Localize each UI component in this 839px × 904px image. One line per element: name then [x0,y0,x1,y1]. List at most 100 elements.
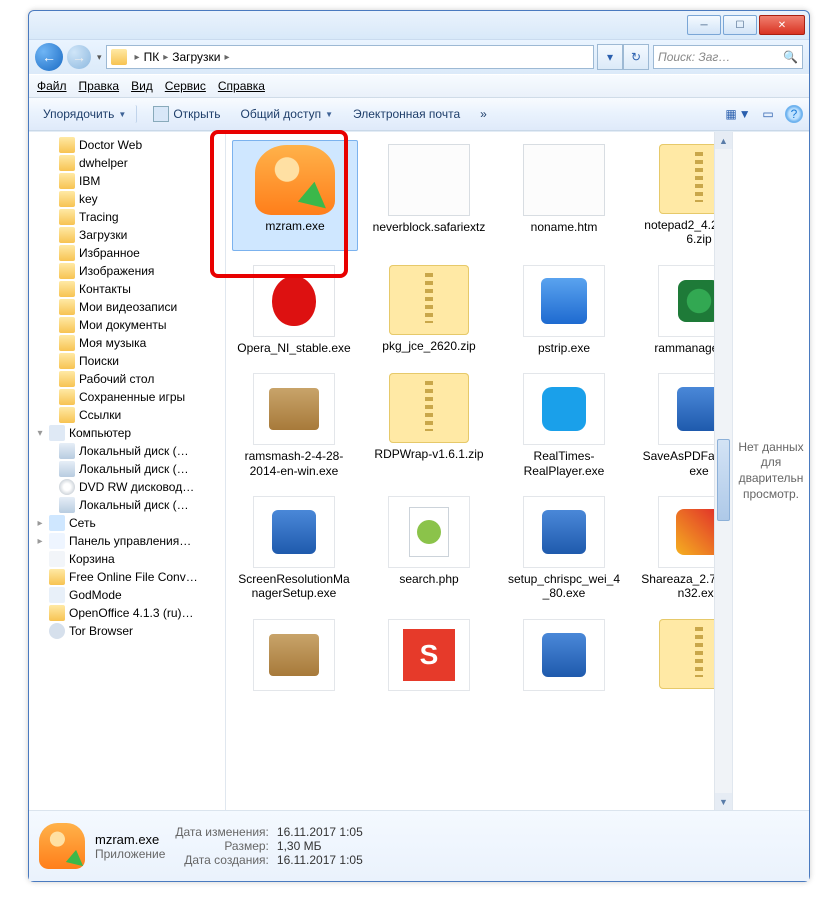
scroll-down-button[interactable]: ▼ [715,793,732,810]
search-input[interactable]: Поиск: Заг… 🔍 [653,45,803,69]
drive-icon [59,461,75,477]
scroll-up-button[interactable]: ▲ [715,132,732,149]
file-thumbnail [389,373,469,443]
tree-item[interactable]: Мои видеозаписи [31,298,223,316]
tree-item-label: Локальный диск (… [79,444,189,458]
details-file-name: mzram.exe [95,832,165,847]
file-item[interactable]: pkg_jce_2620.zip [367,261,491,359]
maximize-button[interactable]: ☐ [723,15,757,35]
nav-forward-button[interactable]: → [67,45,91,69]
file-item[interactable]: RDPWrap-v1.6.1.zip [367,369,491,482]
share-button[interactable]: Общий доступ ▼ [232,105,341,123]
tree-item[interactable]: Free Online File Conv… [31,568,223,586]
chevron-right-icon[interactable]: ▸ [225,52,230,63]
file-item[interactable] [502,615,626,699]
file-name-label: noname.htm [531,220,598,234]
tree-caret-icon[interactable]: ▾ [35,428,45,439]
tree-item[interactable]: DVD RW дисковод… [31,478,223,496]
tree-item[interactable]: GodMode [31,586,223,604]
tree-item[interactable]: Мои документы [31,316,223,334]
tree-item[interactable]: Поиски [31,352,223,370]
file-item[interactable]: neverblock.safariextz [367,140,491,251]
tree-caret-icon[interactable]: ▸ [35,518,45,529]
file-item[interactable]: setup_chrispc_wei_4_80.exe [502,492,626,605]
file-item[interactable]: RealTimes-RealPlayer.exe [502,369,626,482]
change-view-button[interactable]: ▦ ▼ [725,103,751,125]
tree-item[interactable]: Сохраненные игры [31,388,223,406]
file-thumbnail [523,373,605,445]
organize-button[interactable]: Упорядочить ▼ [35,105,137,123]
tree-item[interactable]: Локальный диск (… [31,442,223,460]
tree-item[interactable]: Избранное [31,244,223,262]
more-commands-button[interactable]: » [472,105,495,123]
bin-icon [49,551,65,567]
tree-item-label: IBM [79,174,100,188]
nav-back-button[interactable]: ← [35,43,63,71]
navigation-tree[interactable]: Doctor WebdwhelperIBMkeyTracingЗагрузкиИ… [29,132,226,810]
file-item[interactable]: rammanager.key [637,261,714,359]
help-button[interactable]: ? [785,105,803,123]
menu-edit[interactable]: Правка [79,79,120,93]
file-thumbnail [523,619,605,691]
preview-pane-toggle[interactable]: ▭ [755,103,781,125]
tree-item[interactable]: ▸Сеть [31,514,223,532]
tree-item[interactable]: key [31,190,223,208]
file-item[interactable]: Shareaza_2.7.9.0_Win32.exe [637,492,714,605]
address-dropdown-button[interactable]: ▾ [597,44,623,70]
tree-item[interactable]: Рабочий стол [31,370,223,388]
menu-help[interactable]: Справка [218,79,265,93]
scroll-thumb[interactable] [717,439,730,521]
tree-item[interactable]: Tor Browser [31,622,223,640]
file-item[interactable]: mzram.exe [232,140,358,251]
breadcrumb-pc[interactable]: ПК [144,50,160,64]
file-item[interactable] [232,615,356,699]
tree-item[interactable]: Загрузки [31,226,223,244]
details-modified-value: 16.11.2017 1:05 [277,825,363,839]
file-item[interactable]: Opera_NI_stable.exe [232,261,356,359]
scroll-track[interactable] [715,149,732,793]
minimize-button[interactable]: ─ [687,15,721,35]
tree-item[interactable]: Моя музыка [31,334,223,352]
tree-item[interactable]: IBM [31,172,223,190]
menu-view[interactable]: Вид [131,79,153,93]
file-item[interactable] [367,615,491,699]
tree-item[interactable]: Tracing [31,208,223,226]
file-item[interactable]: search.php [367,492,491,605]
tree-item[interactable]: Локальный диск (… [31,460,223,478]
open-button[interactable]: Открыть [145,104,228,124]
address-bar[interactable]: ▸ ПК ▸ Загрузки ▸ [106,45,594,69]
file-item[interactable]: SaveAsPDFandXPS.exe [637,369,714,482]
tree-item[interactable]: Изображения [31,262,223,280]
close-button[interactable]: ✕ [759,15,805,35]
chevron-right-icon[interactable]: ▸ [135,52,140,63]
menu-file[interactable]: Файл [37,79,67,93]
file-item[interactable]: ScreenResolutionManagerSetup.exe [232,492,356,605]
more-icon: » [480,107,487,121]
tree-item[interactable]: Контакты [31,280,223,298]
tree-caret-icon[interactable]: ▸ [35,536,45,547]
file-name-label: setup_chrispc_wei_4_80.exe [506,572,622,601]
email-button[interactable]: Электронная почта [345,105,468,123]
tree-item[interactable]: Ссылки [31,406,223,424]
breadcrumb-downloads[interactable]: Загрузки [172,50,220,64]
tree-item[interactable]: Локальный диск (… [31,496,223,514]
tree-item[interactable]: ▸Панель управления… [31,532,223,550]
menu-tools[interactable]: Сервис [165,79,206,93]
file-item[interactable]: notepad2_4.2.25_x86.zip [637,140,714,251]
file-item[interactable]: pstrip.exe [502,261,626,359]
tree-item[interactable]: Doctor Web [31,136,223,154]
tree-item[interactable]: dwhelper [31,154,223,172]
tree-item[interactable]: Корзина [31,550,223,568]
file-thumbnail [388,144,470,216]
refresh-button[interactable]: ↻ [623,44,649,70]
chevron-right-icon[interactable]: ▸ [163,52,168,63]
file-item[interactable]: noname.htm [502,140,626,251]
tree-item[interactable]: OpenOffice 4.1.3 (ru)… [31,604,223,622]
vertical-scrollbar[interactable]: ▲ ▼ [714,132,732,810]
tree-item-label: Контакты [79,282,131,296]
tree-item[interactable]: ▾Компьютер [31,424,223,442]
file-grid[interactable]: mzram.exeneverblock.safariextz noname.htm… [226,132,714,810]
file-item[interactable]: ramsmash-2-4-28-2014-en-win.exe [232,369,356,482]
file-item[interactable] [637,615,714,699]
nav-history-dropdown[interactable]: ▾ [97,52,102,63]
